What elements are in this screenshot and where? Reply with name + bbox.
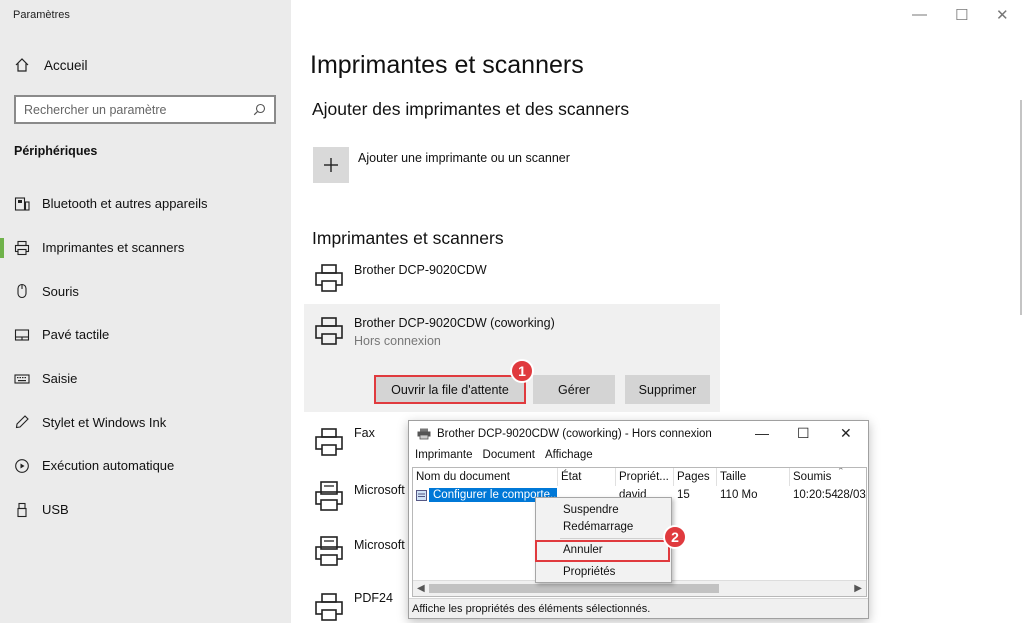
queue-close-button[interactable]: ✕: [840, 425, 852, 442]
submitted-time-cell: 10:20:54: [793, 489, 838, 501]
search-input[interactable]: [24, 102, 253, 117]
search-box[interactable]: [14, 95, 276, 124]
document-icon: [416, 490, 427, 501]
printers-section-title: Imprimantes et scanners: [312, 228, 504, 248]
scroll-right-icon[interactable]: ▶: [854, 581, 862, 596]
menu-document[interactable]: Document: [483, 449, 535, 461]
usb-icon: [14, 502, 30, 518]
remove-button[interactable]: Supprimer: [625, 375, 710, 404]
autoplay-icon: [14, 458, 30, 474]
submitted-date-cell: 28/03/: [837, 489, 867, 501]
table-header: Nom du document État Propriét... Pages T…: [413, 468, 866, 486]
app-title: Paramètres: [13, 9, 70, 21]
document-printer-icon: [315, 481, 343, 511]
sidebar-item-label: USB: [42, 502, 69, 518]
section-title: Périphériques: [14, 144, 98, 158]
column-header[interactable]: Pages: [677, 471, 710, 483]
menu-printer[interactable]: Imprimante: [415, 449, 473, 461]
add-printer-label[interactable]: Ajouter une imprimante ou un scanner: [358, 151, 570, 165]
menu-item-properties[interactable]: Propriétés: [563, 566, 615, 578]
sidebar-item-label: Bluetooth et autres appareils: [42, 196, 208, 212]
sidebar-item-usb[interactable]: USB: [0, 488, 291, 532]
printer-icon: [14, 240, 30, 256]
printer-name: Fax: [354, 426, 375, 440]
open-queue-button[interactable]: Ouvrir la file d'attente: [374, 375, 526, 404]
printer-icon: [315, 264, 343, 292]
sidebar-item-label: Stylet et Windows Ink: [42, 414, 167, 430]
queue-title-text: Brother DCP-9020CDW (coworking) - Hors c…: [437, 428, 712, 440]
scroll-thumb[interactable]: [429, 584, 719, 593]
add-section-title: Ajouter des imprimantes et des scanners: [312, 99, 630, 119]
sidebar-item-autoplay[interactable]: Exécution automatique: [0, 444, 291, 488]
sidebar-item-bluetooth[interactable]: Bluetooth et autres appareils: [0, 182, 291, 226]
menu-item-pause[interactable]: Suspendre: [563, 504, 619, 516]
printer-name: Microsoft: [354, 483, 405, 497]
queue-status-bar: Affiche les propriétés des éléments séle…: [409, 598, 868, 618]
column-header[interactable]: Taille: [720, 471, 746, 483]
keyboard-icon: [14, 371, 30, 387]
sidebar-item-touchpad[interactable]: Pavé tactile: [0, 313, 291, 357]
printer-name: PDF24: [354, 591, 393, 605]
column-header[interactable]: Nom du document: [416, 471, 510, 483]
add-printer-button[interactable]: [313, 147, 349, 183]
sidebar: Paramètres Accueil Périphériques Bluetoo…: [0, 0, 291, 623]
mouse-icon: [14, 283, 30, 299]
column-header[interactable]: Propriét...: [619, 471, 669, 483]
printer-item[interactable]: Brother DCP-9020CDW: [304, 261, 720, 292]
printer-status: Hors connexion: [354, 334, 441, 348]
sidebar-item-mouse[interactable]: Souris: [0, 269, 291, 313]
manage-button[interactable]: Gérer: [533, 375, 615, 404]
search-icon[interactable]: [253, 103, 266, 116]
sidebar-item-label: Imprimantes et scanners: [42, 240, 185, 256]
sidebar-item-printers[interactable]: Imprimantes et scanners: [0, 226, 291, 270]
sidebar-item-pen[interactable]: Stylet et Windows Ink: [0, 400, 291, 444]
column-header[interactable]: État: [561, 471, 581, 483]
home-link[interactable]: Accueil: [14, 57, 88, 73]
cancel-highlight: [535, 540, 670, 562]
page-title: Imprimantes et scanners: [310, 51, 584, 79]
plus-icon: [324, 158, 338, 172]
step-badge-1: 1: [510, 359, 534, 383]
sidebar-nav: Bluetooth et autres appareils Imprimante…: [0, 182, 291, 532]
pen-icon: [14, 414, 30, 430]
home-label: Accueil: [44, 57, 88, 73]
menu-view[interactable]: Affichage: [545, 449, 593, 461]
size-cell: 110 Mo: [720, 489, 758, 501]
queue-window-title: Brother DCP-9020CDW (coworking) - Hors c…: [417, 428, 712, 440]
column-header[interactable]: Soumis: [793, 471, 831, 483]
printer-name: Brother DCP-9020CDW: [354, 263, 487, 277]
queue-menubar: Imprimante Document Affichage: [409, 449, 868, 461]
printer-small-icon: [417, 428, 431, 440]
printer-name: Brother DCP-9020CDW (coworking): [354, 316, 555, 330]
step-badge-2: 2: [663, 525, 687, 549]
chevron-up-icon[interactable]: ⌃: [837, 468, 845, 477]
sidebar-item-typing[interactable]: Saisie: [0, 357, 291, 401]
scroll-left-icon[interactable]: ◀: [417, 581, 425, 596]
document-printer-icon: [315, 536, 343, 566]
sidebar-item-label: Exécution automatique: [42, 458, 175, 474]
home-icon: [15, 58, 29, 72]
queue-maximize-button[interactable]: ☐: [797, 425, 810, 442]
touchpad-icon: [14, 327, 30, 343]
pages-cell: 15: [677, 489, 690, 501]
sidebar-item-label: Souris: [42, 283, 79, 299]
close-button[interactable]: ✕: [996, 6, 1009, 24]
menu-item-restart[interactable]: Redémarrage: [563, 521, 633, 533]
printer-name: Microsoft: [354, 538, 405, 552]
scrollbar[interactable]: [1020, 100, 1022, 315]
sidebar-item-label: Pavé tactile: [42, 327, 110, 343]
sidebar-item-label: Saisie: [42, 371, 78, 387]
maximize-button[interactable]: ☐: [955, 6, 968, 24]
printer-icon: [315, 593, 343, 621]
bluetooth-devices-icon: [14, 196, 30, 212]
fax-icon: [315, 428, 343, 456]
printer-icon: [315, 317, 343, 345]
minimize-button[interactable]: —: [912, 6, 927, 23]
queue-minimize-button[interactable]: —: [755, 425, 769, 441]
